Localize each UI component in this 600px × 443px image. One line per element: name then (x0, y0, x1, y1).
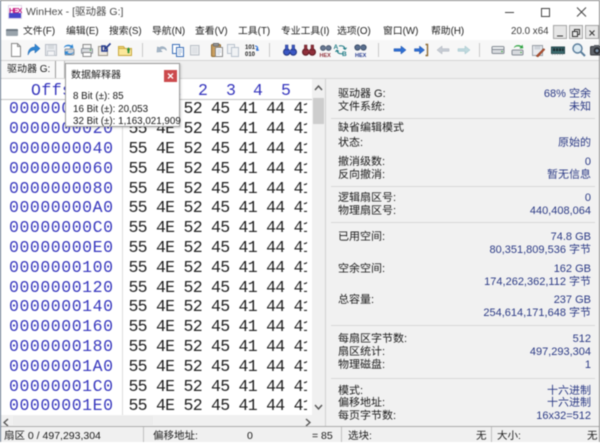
svg-text:101: 101 (245, 45, 256, 51)
svg-text:HEX: HEX (355, 53, 367, 58)
svg-text:A: A (334, 44, 339, 51)
svg-text:010: 010 (245, 52, 256, 58)
svg-text:HEX: HEX (320, 53, 332, 58)
svg-text:B: B (342, 51, 347, 58)
